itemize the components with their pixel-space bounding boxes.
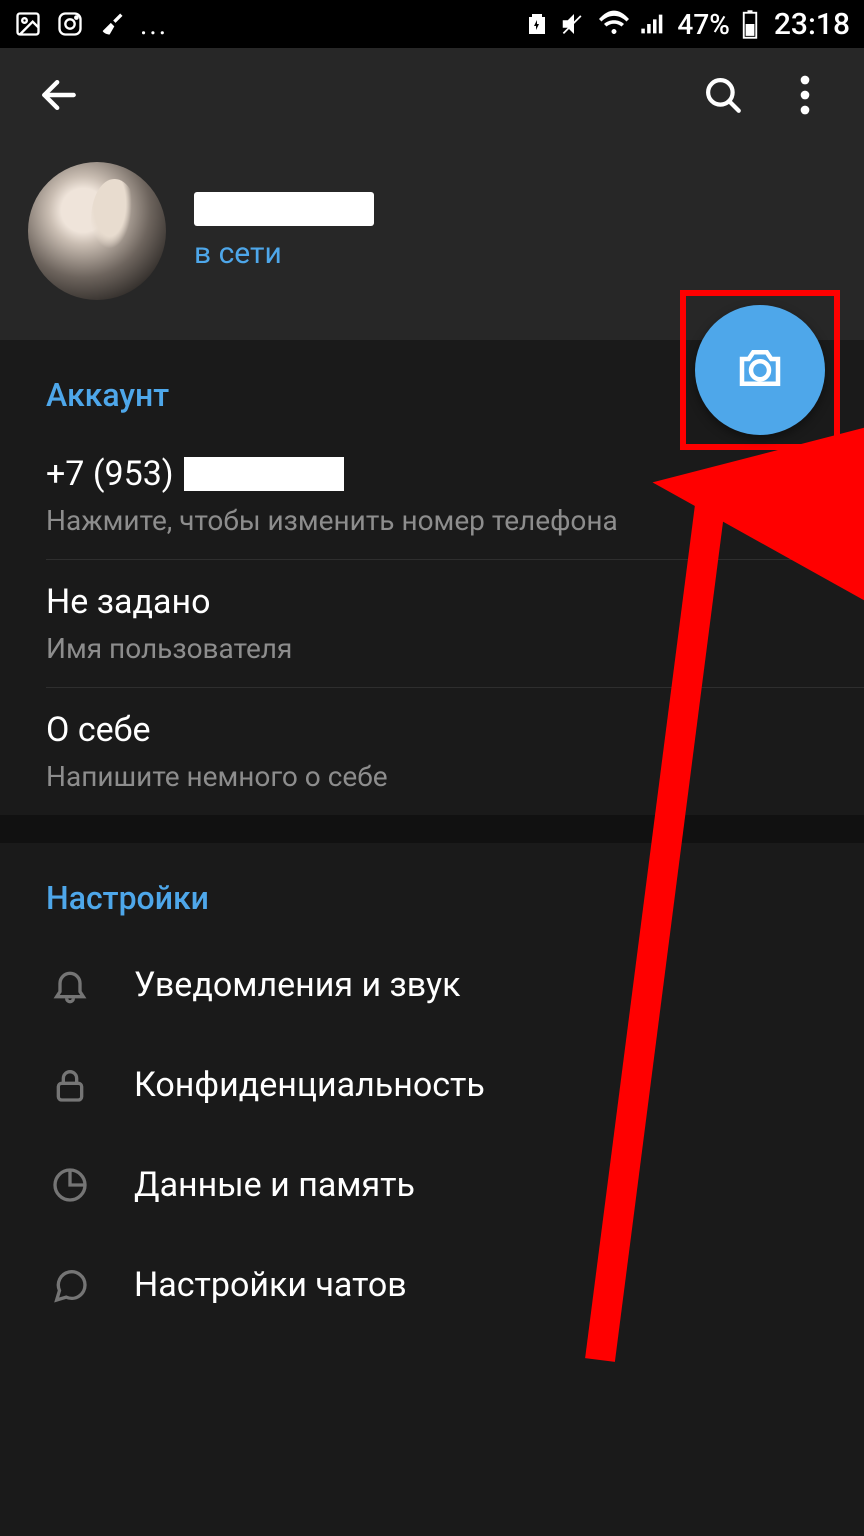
wifi-icon — [599, 9, 629, 39]
signal-icon — [639, 10, 667, 38]
instagram-icon — [56, 10, 84, 38]
gallery-icon — [14, 10, 42, 38]
camera-fab[interactable] — [695, 305, 825, 435]
settings-privacy[interactable]: Конфиденциальность — [0, 1035, 864, 1135]
phone-row[interactable]: +7 (953) Нажмите, чтобы изменить номер т… — [0, 432, 864, 559]
settings-notifications[interactable]: Уведомления и звук — [0, 935, 864, 1035]
back-button[interactable] — [28, 64, 90, 126]
section-gap — [0, 815, 864, 843]
pie-chart-icon — [46, 1161, 94, 1209]
screen: ... 47% 23:18 — [0, 0, 864, 1536]
settings-item-label: Конфиденциальность — [134, 1065, 485, 1105]
clock: 23:18 — [774, 7, 850, 42]
bio-row[interactable]: О себе Напишите немного о себе — [0, 688, 864, 815]
settings-section: Настройки Уведомления и звук Конфиденциа… — [0, 843, 864, 1335]
settings-item-label: Настройки чатов — [134, 1265, 407, 1305]
status-bar: ... 47% 23:18 — [0, 0, 864, 48]
mute-icon — [559, 9, 589, 39]
profile-name-redacted — [194, 192, 374, 226]
more-menu-button[interactable] — [774, 64, 836, 126]
settings-item-label: Данные и память — [134, 1165, 415, 1205]
battery-save-icon — [525, 10, 549, 38]
settings-data[interactable]: Данные и память — [0, 1135, 864, 1235]
settings-chat[interactable]: Настройки чатов — [0, 1235, 864, 1335]
bio-value: О себе — [46, 710, 818, 750]
username-value: Не задано — [46, 582, 818, 622]
app-header — [0, 48, 864, 142]
chat-bubble-icon — [46, 1261, 94, 1309]
search-button[interactable] — [692, 64, 754, 126]
phone-redacted — [184, 457, 344, 491]
username-row[interactable]: Не задано Имя пользователя — [0, 560, 864, 687]
bell-icon — [46, 961, 94, 1009]
broom-icon — [98, 10, 126, 38]
settings-section-title: Настройки — [0, 843, 864, 935]
more-notifications-icon: ... — [140, 8, 168, 41]
bio-sub: Напишите немного о себе — [46, 760, 818, 793]
avatar[interactable] — [28, 162, 166, 300]
username-sub: Имя пользователя — [46, 632, 818, 665]
phone-sub: Нажмите, чтобы изменить номер телефона — [46, 504, 818, 537]
online-status: в сети — [194, 236, 374, 271]
settings-item-label: Уведомления и звук — [134, 965, 461, 1005]
lock-icon — [46, 1061, 94, 1109]
battery-icon — [740, 9, 760, 39]
camera-icon — [733, 341, 787, 399]
phone-prefix: +7 (953) — [46, 454, 174, 494]
annotation-highlight-box — [680, 290, 840, 450]
battery-percent: 47% — [677, 8, 729, 41]
